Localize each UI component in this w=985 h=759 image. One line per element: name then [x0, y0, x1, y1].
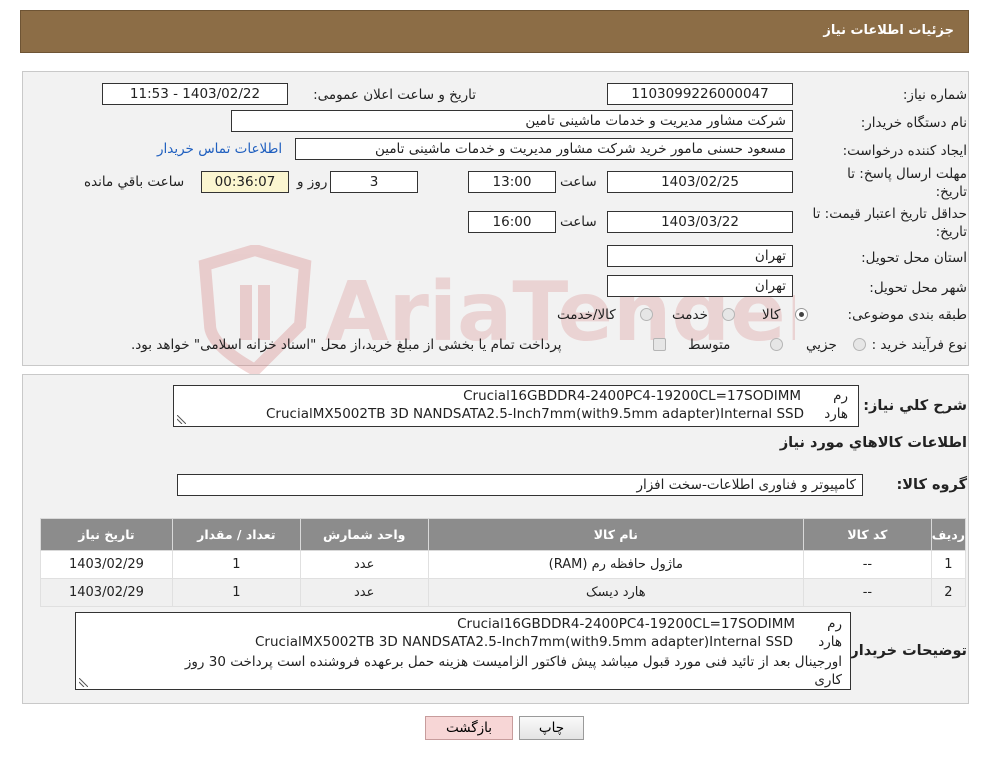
remaining-label: ساعت باقي مانده — [84, 174, 185, 190]
cell-need-date: 1403/02/29 — [40, 550, 173, 579]
cell-quantity: 1 — [171, 550, 301, 579]
col-row-number: رديف — [930, 518, 967, 551]
process-option-minor: جزیي — [806, 337, 837, 353]
col-need-date: تاريخ نياز — [40, 518, 173, 551]
cell-row-number: 2 — [930, 578, 967, 607]
description-line2-text: CrucialMX5002TB 3D NANDSATA2.5-Inch7mm(w… — [266, 406, 804, 422]
process-option-medium: متوسط — [688, 337, 731, 353]
notes-line2-prefix: هارد — [818, 634, 842, 650]
cell-goods-code: -- — [803, 550, 932, 579]
print-button[interactable]: چاپ — [519, 716, 584, 740]
treasury-checkbox[interactable] — [653, 338, 666, 351]
col-goods-code: کد کالا — [803, 518, 932, 551]
buyer-notes-label: توضیحات خریدار: — [844, 643, 967, 659]
goods-info-title: اطلاعات کالاهاي مورد نياز — [779, 435, 967, 451]
goods-group-label: گروه کالا: — [896, 477, 967, 493]
description-line2-prefix: هارد — [824, 406, 848, 422]
process-radio-minor[interactable] — [853, 338, 866, 351]
need-number-field: 1103099226000047 — [607, 83, 793, 105]
notes-line2-text: CrucialMX5002TB 3D NANDSATA2.5-Inch7mm(w… — [255, 634, 793, 650]
category-radio-goods-service[interactable] — [640, 308, 653, 321]
category-option-service: خدمت — [672, 307, 708, 323]
cell-unit: عدد — [299, 578, 429, 607]
col-goods-name: نام کالا — [427, 518, 805, 551]
need-number-label: شماره نیاز: — [902, 87, 967, 103]
buyer-org-label: نام دستگاه خریدار: — [860, 115, 967, 131]
category-radio-service[interactable] — [722, 308, 735, 321]
price-validity-time-label: ساعت — [560, 214, 597, 230]
send-deadline-time-label: ساعت — [560, 174, 597, 190]
province-label: استان محل تحویل: — [861, 250, 967, 266]
resize-grip-icon[interactable] — [177, 415, 186, 424]
page-title: جزئیات اطلاعات نیاز — [823, 23, 954, 38]
send-deadline-label: مهلت ارسال پاسخ: تا — [847, 166, 967, 182]
cell-quantity: 1 — [171, 578, 301, 607]
cell-goods-code: -- — [803, 578, 932, 607]
process-radio-medium[interactable] — [770, 338, 783, 351]
goods-table-header: رديف کد کالا نام کالا واحد شمارش تعداد /… — [40, 518, 967, 551]
send-deadline-date: 1403/02/25 — [607, 171, 793, 193]
requester-field: مسعود حسنی مامور خرید شرکت مشاور مدیریت … — [295, 138, 793, 160]
col-unit: واحد شمارش — [299, 518, 429, 551]
description-textarea: رم Crucial16GBDDR4-2400PC4-19200CL=17SOD… — [173, 385, 859, 427]
buyer-contact-link[interactable]: اطلاعات تماس خریدار — [157, 141, 282, 157]
cell-need-date: 1403/02/29 — [40, 578, 173, 607]
back-button[interactable]: بازگشت — [425, 716, 513, 740]
announce-field: 1403/02/22 - 11:53 — [102, 83, 288, 105]
price-validity-date: 1403/03/22 — [607, 211, 793, 233]
cell-row-number: 1 — [930, 550, 967, 579]
description-line1-prefix: رم — [833, 388, 848, 404]
city-label: شهر محل تحویل: — [869, 280, 967, 296]
cell-goods-name: هارد دیسک — [427, 578, 805, 607]
notes-line1-prefix: رم — [827, 616, 842, 632]
category-radio-goods[interactable] — [795, 308, 808, 321]
category-label: طبقه بندی موضوعی: — [847, 307, 967, 323]
price-validity-time: 16:00 — [468, 211, 556, 233]
send-deadline-time: 13:00 — [468, 171, 556, 193]
category-option-goods-service: کالا/خدمت — [557, 307, 616, 323]
page-header: جزئیات اطلاعات نیاز — [20, 10, 969, 53]
province-field: تهران — [607, 245, 793, 267]
process-label: نوع فرآیند خرید : — [871, 337, 967, 353]
days-label: روز و — [297, 174, 328, 190]
city-field: تهران — [607, 275, 793, 297]
table-row: 2 -- هارد دیسک عدد 1 1403/02/29 — [40, 578, 967, 607]
buyer-org-field: شرکت مشاور مدیریت و خدمات ماشینی تامین — [231, 110, 793, 132]
description-label: شرح کلي نياز: — [863, 398, 967, 414]
category-option-goods: کالا — [762, 307, 781, 323]
price-validity-label: حداقل تاریخ اعتبار قیمت: تا — [812, 206, 967, 222]
buyer-notes-textarea: رم Crucial16GBDDR4-2400PC4-19200CL=17SOD… — [75, 612, 851, 690]
notes-line4: کاری — [814, 672, 842, 688]
goods-group-field: کامپیوتر و فناوری اطلاعات-سخت افزار — [177, 474, 863, 496]
treasury-note: پرداخت تمام یا بخشی از مبلغ خرید،از محل … — [131, 337, 562, 353]
send-deadline-label-2: تاریخ: — [935, 184, 967, 200]
table-row: 1 -- ماژول حافظه رم (RAM) عدد 1 1403/02/… — [40, 550, 967, 579]
requester-label: ایجاد کننده درخواست: — [842, 143, 967, 159]
announce-label: تاریخ و ساعت اعلان عمومی: — [313, 87, 476, 103]
notes-line3: اورجینال بعد از تائید فنی مورد قبول میبا… — [184, 654, 842, 670]
col-quantity: تعداد / مقدار — [171, 518, 301, 551]
days-field: 3 — [330, 171, 418, 193]
remaining-time-field: 00:36:07 — [201, 171, 289, 193]
notes-line1-text: Crucial16GBDDR4-2400PC4-19200CL=17SODIMM — [457, 616, 795, 632]
goods-table: رديف کد کالا نام کالا واحد شمارش تعداد /… — [40, 518, 967, 607]
price-validity-label-2: تاریخ: — [935, 224, 967, 240]
description-line1-text: Crucial16GBDDR4-2400PC4-19200CL=17SODIMM — [463, 388, 801, 404]
cell-goods-name: ماژول حافظه رم (RAM) — [427, 550, 805, 579]
resize-grip-icon[interactable] — [79, 678, 88, 687]
cell-unit: عدد — [299, 550, 429, 579]
